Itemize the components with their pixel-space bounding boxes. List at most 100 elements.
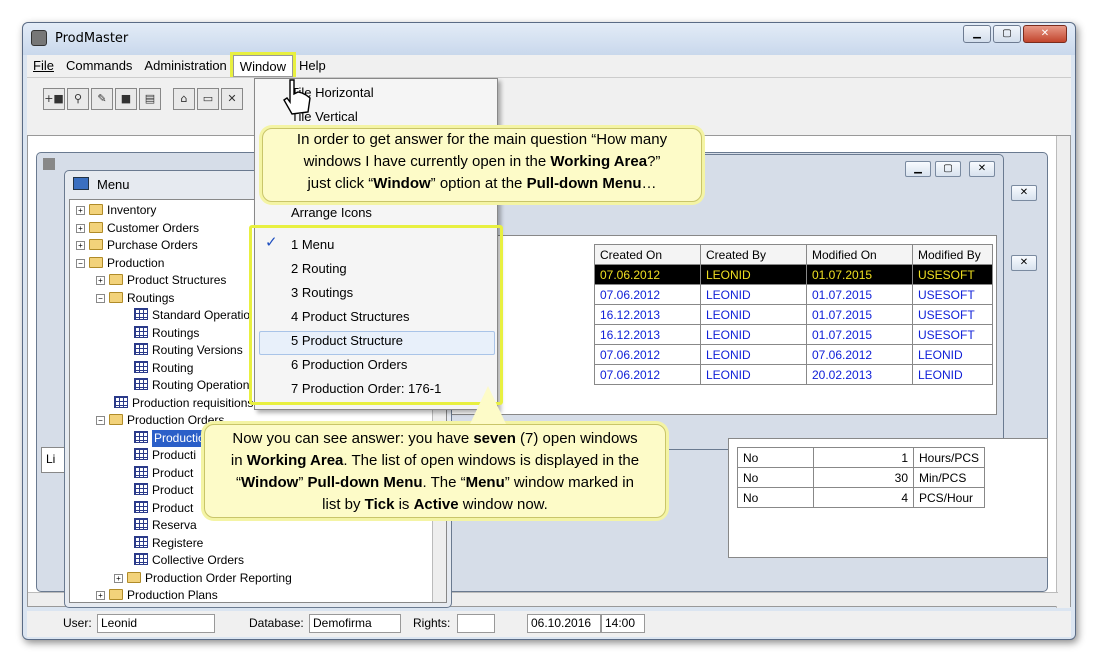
window-controls: ▁ ▢ ✕ (963, 25, 1067, 43)
cell: 07.06.2012 (594, 344, 701, 365)
menu-commands[interactable]: Commands (60, 55, 138, 77)
grid-icon (134, 535, 148, 548)
grid-icon (134, 500, 148, 513)
cell: LEONID (700, 284, 807, 305)
back-close-button-2[interactable]: ✕ (1011, 255, 1037, 271)
cell: LEONID (700, 324, 807, 345)
toolbar: +■ ⚲ ✎ ■ ▤ ⌂ ▭ ✕ (27, 77, 1071, 135)
title-bar: ProdMaster ▁ ▢ ✕ (23, 23, 1075, 55)
back-close-button[interactable]: ✕ (1011, 185, 1037, 201)
folder-icon (127, 571, 141, 583)
menu-window[interactable]: Window (229, 52, 297, 80)
cell: LEONID (700, 364, 807, 385)
tree-item[interactable]: Registere (76, 535, 292, 553)
callout-line: windows I have currently open in the Wor… (303, 153, 661, 170)
cell: 4 (813, 487, 914, 508)
cell: Hours/PCS (912, 447, 986, 468)
col-created-by[interactable]: Created By (700, 244, 807, 265)
working-area: Li ✕ ✕ ▁ ▢ ✕ Created On Created By Modif… (27, 135, 1071, 608)
grid-icon (134, 343, 148, 355)
rights-label: Rights: (413, 616, 451, 630)
maximize-button[interactable]: ▢ (993, 25, 1021, 43)
grid-icon (134, 483, 148, 495)
menu-help[interactable]: Help (293, 55, 332, 77)
find-icon[interactable]: ⚲ (67, 88, 89, 110)
grid-icon (134, 553, 148, 565)
folder-open-icon (109, 414, 123, 425)
col-modified-by[interactable]: Modified By (912, 244, 993, 265)
tree-item[interactable]: Reserva (76, 517, 292, 535)
table-row[interactable]: 16.12.2013 LEONID 01.07.2015 USESOFT (594, 304, 993, 325)
tree-item[interactable]: Collective Orders (76, 552, 292, 570)
vertical-scrollbar[interactable] (1056, 136, 1070, 608)
table-row[interactable]: No 1 Hours/PCS (737, 447, 986, 468)
callout-line: In order to get answer for the main ques… (296, 131, 668, 148)
cell: 16.12.2013 (594, 324, 701, 345)
user-field: Leonid (97, 614, 215, 633)
cell: Min/PCS (912, 467, 986, 488)
folder-icon (109, 274, 123, 285)
col-modified-on[interactable]: Modified On (806, 244, 913, 265)
routing-grid: No 1 Hours/PCS No 30 Min/PCS No 4 PCS/Hour (737, 447, 986, 508)
cell: LEONID (912, 364, 993, 385)
cell: 07.06.2012 (594, 284, 701, 305)
table-row[interactable]: No 30 Min/PCS (737, 467, 986, 488)
minimize-button[interactable]: ▁ (963, 25, 991, 43)
app-window: ProdMaster ▁ ▢ ✕ File Commands Administr… (22, 22, 1076, 640)
app-icon (31, 30, 47, 46)
cell: 01.07.2015 (806, 304, 913, 325)
window-list-highlight (249, 225, 503, 405)
table-row[interactable]: 07.06.2012 LEONID 01.07.2015 USESOFT (594, 284, 993, 305)
gear-icon (43, 158, 55, 170)
delete-icon[interactable]: ✕ (221, 88, 243, 110)
callout-answer: Now you can see answer: you have seven (… (204, 424, 666, 518)
po-maximize-button[interactable]: ▢ (935, 161, 961, 177)
new-icon[interactable]: +■ (43, 88, 65, 110)
cell: 1 (813, 447, 914, 468)
stop-icon[interactable]: ■ (115, 88, 137, 110)
window-icon[interactable]: ▭ (197, 88, 219, 110)
arrange-icons-item[interactable]: Arrange Icons (291, 201, 372, 225)
close-button[interactable]: ✕ (1023, 25, 1067, 43)
tree-item[interactable]: + Production Order Reporting (76, 570, 292, 588)
po-close-button[interactable]: ✕ (969, 161, 995, 177)
folder-open-icon (109, 291, 123, 303)
form-icon (134, 360, 148, 373)
folder-icon (109, 589, 123, 600)
grid-icon (134, 308, 148, 320)
date-field: 06.10.2016 (527, 614, 601, 633)
open-icon[interactable]: ⌂ (173, 88, 195, 110)
callout-line: Now you can see answer: you have seven (… (232, 430, 638, 447)
cell: 07.06.2012 (594, 364, 701, 385)
app-title: ProdMaster (55, 31, 129, 46)
cell: 07.06.2012 (806, 344, 913, 365)
edit-icon[interactable]: ✎ (91, 88, 113, 110)
table-row[interactable]: 16.12.2013 LEONID 01.07.2015 USESOFT (594, 324, 993, 345)
callout-line: list by Tick is Active window now. (322, 496, 548, 513)
cell: 01.07.2015 (806, 284, 913, 305)
table-row[interactable]: No 4 PCS/Hour (737, 487, 986, 508)
cell: 01.07.2015 (806, 264, 913, 285)
menu-administration[interactable]: Administration (138, 55, 232, 77)
menu-file[interactable]: File (27, 55, 60, 77)
cell: 01.07.2015 (806, 324, 913, 345)
cell: No (737, 447, 814, 468)
table-row[interactable]: 07.06.2012 LEONID 01.07.2015 USESOFT (594, 264, 993, 285)
document-icon[interactable]: ▤ (139, 88, 161, 110)
cell: 20.02.2013 (806, 364, 913, 385)
grid-icon (134, 465, 148, 478)
po-minimize-button[interactable]: ▁ (905, 161, 931, 177)
cell: LEONID (700, 304, 807, 325)
callout-line: just click “Window” option at the Pull-d… (307, 175, 657, 192)
table-row[interactable]: 07.06.2012 LEONID 07.06.2012 LEONID (594, 344, 993, 365)
col-created-on[interactable]: Created On (594, 244, 701, 265)
menu-bar: File Commands Administration Window Help (27, 52, 1071, 80)
cell: 30 (813, 467, 914, 488)
cell: USESOFT (912, 304, 993, 325)
menu-window-title: Menu (97, 177, 130, 192)
grid-icon (134, 518, 148, 530)
table-row[interactable]: 07.06.2012 LEONID 20.02.2013 LEONID (594, 364, 993, 385)
tree-item[interactable]: + Production Plans (76, 587, 292, 602)
callout-question: In order to get answer for the main ques… (262, 128, 702, 202)
cell: 16.12.2013 (594, 304, 701, 325)
